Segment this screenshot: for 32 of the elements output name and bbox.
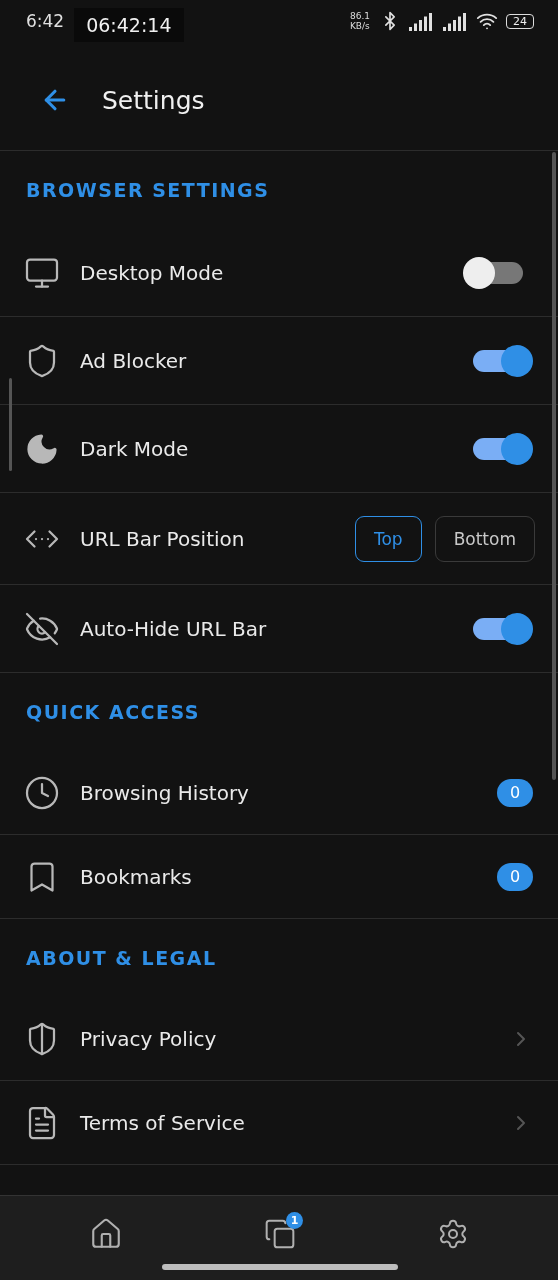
count-badge: 0 <box>497 778 533 807</box>
clock-icon <box>24 774 60 811</box>
speed-unit: KB/s <box>349 21 370 31</box>
setting-label: Bookmarks <box>80 864 193 889</box>
setting-label: Browsing History <box>80 780 250 805</box>
position-option[interactable]: Bottom <box>434 515 535 562</box>
toggle-switch[interactable] <box>473 344 533 377</box>
clock-text: 06:42:14 <box>74 8 184 42</box>
signal-icon <box>408 11 434 31</box>
network-speed: 86.1 <box>349 11 370 21</box>
section-heading: ABOUT & LEGAL <box>26 946 217 969</box>
page-title: Settings <box>102 85 205 115</box>
setting-label: Auto-Hide URL Bar <box>80 616 268 641</box>
toggle-switch[interactable] <box>473 432 533 465</box>
battery-icon: 24 <box>506 13 534 29</box>
count-badge: 0 <box>497 862 533 891</box>
toggle-switch[interactable] <box>463 256 523 289</box>
tab-count-badge: 1 <box>286 1212 303 1229</box>
position-option[interactable]: Top <box>354 515 422 562</box>
toggle-switch[interactable] <box>473 612 533 645</box>
setting-label: Terms of Service <box>80 1110 246 1135</box>
eye-off-icon <box>24 610 60 647</box>
status-time: 6:42 <box>26 11 65 31</box>
setting-label: URL Bar Position <box>80 526 246 551</box>
signal-icon <box>442 11 468 31</box>
setting-label: Dark Mode <box>80 436 190 461</box>
section-heading: BROWSER SETTINGS <box>26 178 270 201</box>
setting-label: Desktop Mode <box>80 260 225 285</box>
tabs-button[interactable] <box>264 1218 296 1250</box>
setting-label: Ad Blocker <box>80 348 188 373</box>
section-heading: QUICK ACCESS <box>26 700 201 723</box>
setting-label: Privacy Policy <box>80 1026 218 1051</box>
